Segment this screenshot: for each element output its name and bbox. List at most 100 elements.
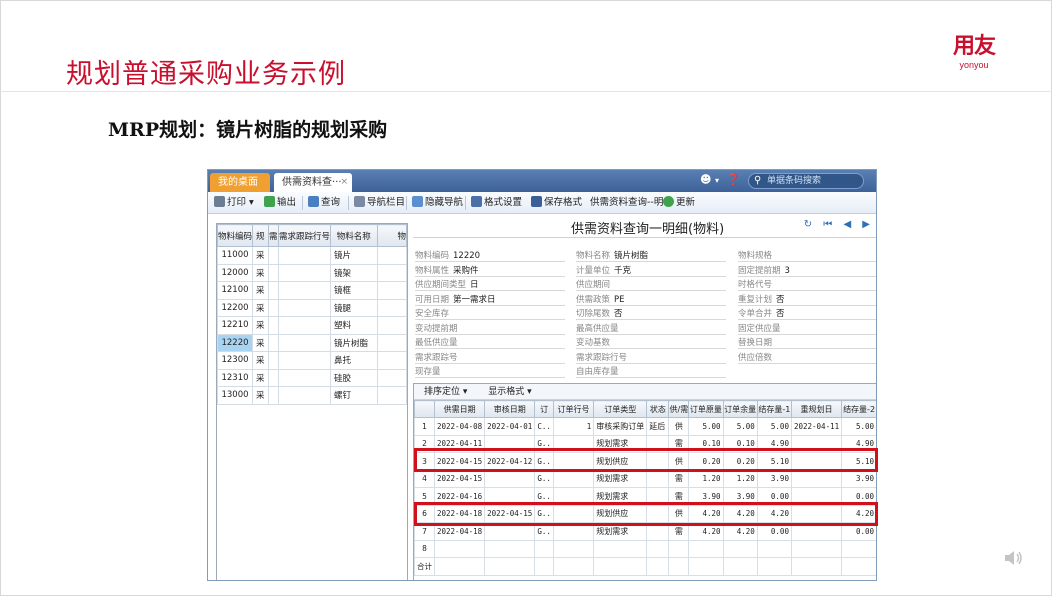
help-icon[interactable]: ❓	[726, 173, 740, 186]
grid-cell	[552, 452, 595, 471]
col-header[interactable]: 规	[252, 224, 269, 247]
empty-cell	[253, 544, 269, 562]
tracking-line-cell	[277, 351, 331, 370]
grid-col-header[interactable]: 结存量-1	[756, 400, 792, 418]
material-code-cell: 13000	[217, 386, 254, 405]
empty-row	[218, 404, 407, 422]
grid-cell: 4.20	[722, 504, 758, 523]
info-field: 最高供应量	[576, 323, 726, 335]
table-row[interactable]: 7 2022-04-18 G.. 规划需求需 4.20 4.20 0.00 0.00	[414, 522, 876, 541]
table-row[interactable]: 12220 采 镜片树脂	[217, 333, 407, 352]
table-row[interactable]: 6 2022-04-18 2022-04-15 G.. 规划供应供 4.20 4.20 4.2…	[414, 504, 876, 523]
table-row[interactable]: 1 2022-04-08 2022-04-01 C.. 1 审核采购订单 延后供 5.00 5.…	[414, 417, 876, 436]
grid-cell: 4.20	[756, 504, 792, 523]
info-field: 物料规格	[738, 250, 876, 262]
table-row[interactable]: 合计	[414, 557, 876, 576]
tracking-line-cell	[277, 263, 331, 282]
field-label: 替换日期	[738, 338, 773, 348]
tab-my-desktop[interactable]: 我的桌面	[210, 173, 270, 192]
table-row[interactable]: 13000 采 螺钉	[217, 386, 407, 405]
grid-col-header[interactable]: 订单行号	[552, 400, 595, 418]
table-row[interactable]: 8	[414, 539, 876, 558]
export-button[interactable]: 输出	[264, 196, 296, 210]
grid-cell: 8	[414, 539, 435, 558]
table-row[interactable]: 12210 采 塑料	[217, 316, 407, 335]
display-format-button[interactable]: 显示格式 ▾	[488, 387, 531, 397]
grid-col-header[interactable]: 重规划日	[790, 400, 843, 418]
col-header[interactable]: 需	[267, 224, 279, 247]
save-format-button[interactable]: 保存格式	[531, 196, 582, 210]
grid-cell: 2022-04-11	[790, 417, 843, 436]
grid-col-header[interactable]: 订单类型	[593, 400, 648, 418]
table-row[interactable]: 12000 采 镜架	[217, 263, 407, 282]
plan-type-cell: 采	[252, 298, 269, 317]
query-button[interactable]: 查询	[308, 196, 340, 210]
material-name-cell: 螺钉	[329, 386, 378, 405]
col-header[interactable]: 需求跟踪行号	[277, 224, 331, 247]
table-row[interactable]: 2 2022-04-11 G.. 规划需求需 0.10 0.10 4.90 4.90	[414, 434, 876, 453]
table-row[interactable]: 12100 采 镜框	[217, 281, 407, 300]
format-settings-button[interactable]: 格式设置	[471, 196, 522, 210]
close-icon[interactable]: ×	[340, 173, 348, 192]
grid-col-header[interactable]: 订单原量	[688, 400, 724, 418]
table-row[interactable]: 12310 采 硅胶	[217, 368, 407, 387]
hide-nav-button[interactable]: 隐藏导航	[412, 196, 463, 210]
info-field: 变动提前期	[415, 323, 565, 335]
refresh-button[interactable]: 更新	[663, 196, 695, 210]
table-row[interactable]: 12300 采 鼻托	[217, 351, 407, 370]
refresh-icon	[663, 196, 674, 207]
plan-type-cell: 采	[252, 333, 269, 352]
empty-cell	[268, 544, 278, 562]
grid-col-header[interactable]	[414, 400, 435, 418]
material-extra-cell	[376, 368, 407, 387]
record-nav-icons[interactable]: ↻ ⏮ ◀ ▶	[804, 219, 874, 230]
field-label: 变动提前期	[415, 323, 458, 334]
table-row[interactable]: 11000 采 镜片	[217, 246, 407, 265]
grid-cell: 0.20	[722, 452, 758, 471]
table-row[interactable]: 12200 采 镜腿	[217, 298, 407, 317]
grid-cell	[790, 504, 843, 523]
print-button[interactable]: 打印 ▾	[214, 196, 254, 210]
field-label: 切除尾数	[576, 309, 611, 319]
empty-cell	[330, 404, 377, 422]
table-row[interactable]: 4 2022-04-15 G.. 规划需求需 1.20 1.20 3.90 3.90	[414, 469, 876, 488]
sort-locate-button[interactable]: 排序定位 ▾	[424, 387, 467, 397]
grid-col-header[interactable]: 状态	[646, 400, 670, 418]
empty-cell	[218, 527, 253, 545]
tab-supply-demand-query[interactable]: 供需资料查··· ×	[274, 173, 352, 192]
field-value: 否	[776, 309, 785, 319]
nav-column-button[interactable]: 导航栏目	[354, 196, 405, 210]
empty-cell	[377, 404, 407, 422]
grid-cell	[484, 557, 536, 576]
col-header[interactable]: 物料名称	[329, 224, 378, 247]
info-field: 现存量	[415, 366, 565, 378]
empty-cell	[278, 404, 330, 422]
grid-cell: 需	[668, 434, 690, 453]
slide-title: 规划普通采购业务示例	[66, 59, 346, 90]
col-header[interactable]: 物	[376, 224, 407, 247]
barcode-search-input[interactable]: ⚲ 单据条码搜索	[748, 173, 864, 189]
info-field: 自由库存量	[576, 366, 726, 378]
format-dropdown[interactable]: 供需资料查询--明▾	[590, 196, 668, 210]
tracking-line-cell	[277, 246, 331, 265]
speaker-icon[interactable]	[1003, 548, 1025, 568]
table-row[interactable]: 5 2022-04-16 G.. 规划需求需 3.90 3.90 0.00 0.00	[414, 487, 876, 506]
grid-col-header[interactable]: 供需日期	[433, 400, 486, 418]
smiley-icon[interactable]: ☻	[700, 173, 711, 186]
grid-col-header[interactable]: 订单余量	[722, 400, 758, 418]
grid-cell	[484, 487, 536, 506]
grid-cell	[646, 557, 670, 576]
grid-cell: G..	[534, 469, 554, 488]
empty-cell	[218, 474, 253, 492]
grid-cell: 规划供应	[593, 452, 648, 471]
col-header[interactable]: 物料编码	[217, 224, 254, 247]
grid-col-header[interactable]: 审核日期	[484, 400, 536, 418]
field-value: 镜片树脂	[614, 251, 649, 261]
grid-col-header[interactable]: 结存量-2	[841, 400, 876, 418]
chevron-down-icon[interactable]: ▾	[715, 176, 719, 185]
info-field: 变动基数	[576, 337, 726, 349]
grid-col-header[interactable]: 供/需	[668, 400, 690, 418]
grid-col-header[interactable]: 订	[534, 400, 554, 418]
grid-cell	[433, 539, 486, 558]
table-row[interactable]: 3 2022-04-15 2022-04-12 G.. 规划供应供 0.20 0.20 5.1…	[414, 452, 876, 471]
